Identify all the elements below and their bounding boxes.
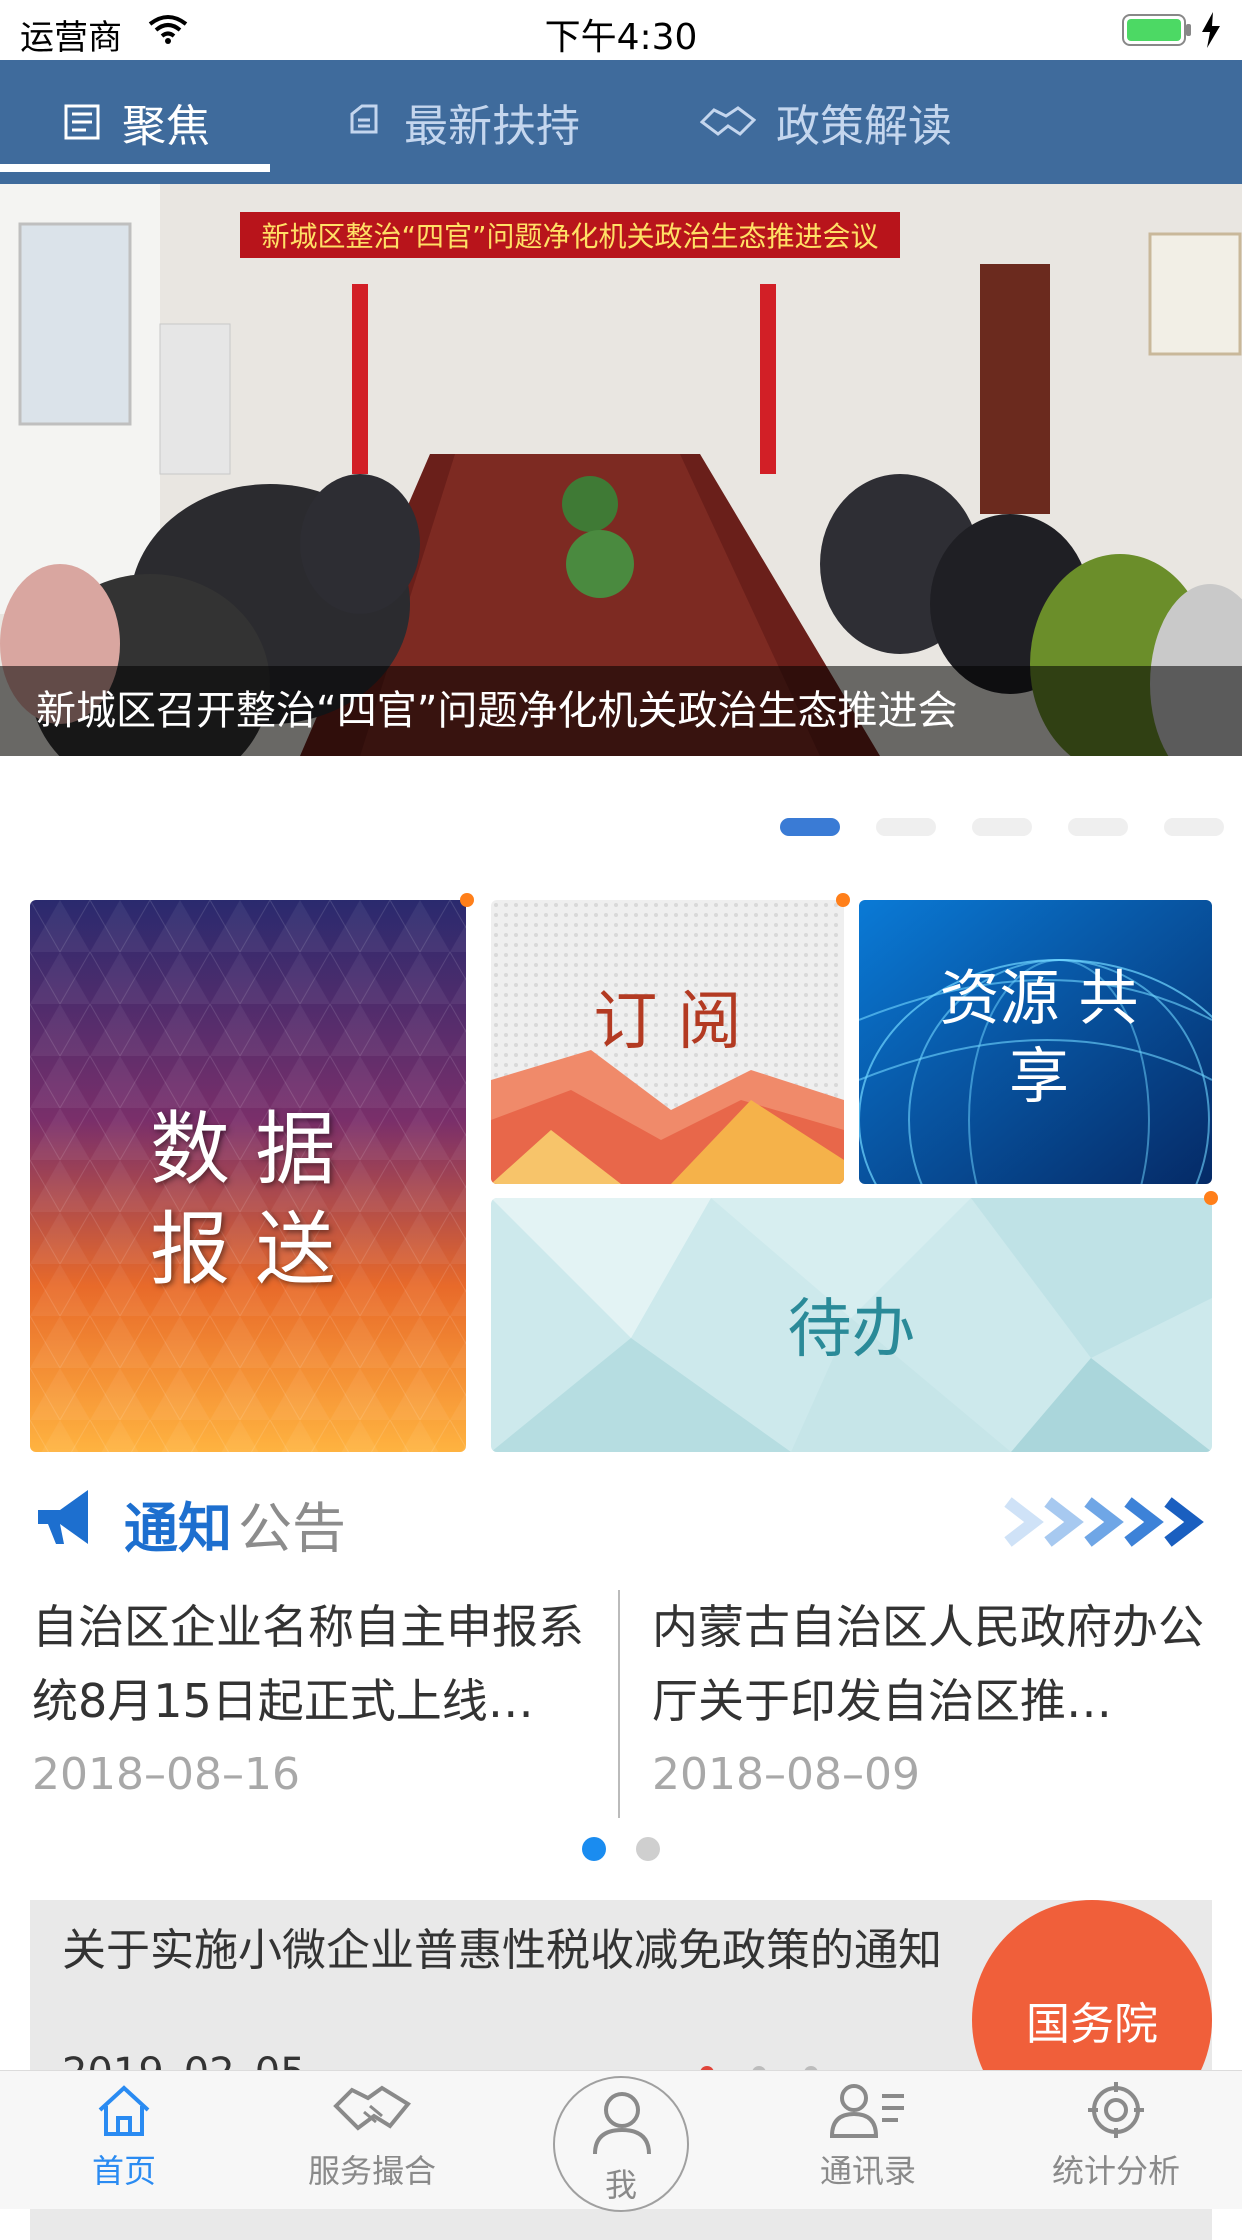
- tab-label: 最新扶持: [404, 101, 580, 152]
- tile-resource-share[interactable]: 资源 共享: [859, 900, 1212, 1184]
- bottom-tab-contacts[interactable]: 通讯录: [768, 2080, 968, 2192]
- notice-heading-bold: 通知: [124, 1497, 232, 1560]
- notice-heading-light: 公告: [238, 1497, 346, 1560]
- contacts-icon: [829, 2084, 904, 2138]
- notice-page-indicator[interactable]: [636, 1837, 660, 1861]
- tile-label: 订 阅: [593, 985, 742, 1059]
- bottom-tab-service-matching[interactable]: 服务撮合: [272, 2080, 472, 2192]
- home-icon: [98, 2085, 150, 2136]
- notice-title: 内蒙古自治区人民政府办公厅关于印发自治区推…: [652, 1600, 1204, 1728]
- tab-label: 统计分析: [1051, 2152, 1180, 2190]
- carousel-indicator[interactable]: [1164, 818, 1224, 836]
- notice-date: 2018–08–09: [652, 1749, 920, 1800]
- carousel-indicator[interactable]: [876, 818, 936, 836]
- notification-dot: [460, 893, 474, 907]
- tile-label: 数 据 报 送: [150, 1103, 336, 1296]
- bottom-tab-me[interactable]: 我: [553, 2076, 689, 2212]
- tile-todo[interactable]: 待办: [491, 1198, 1212, 1452]
- tab-label: 我: [604, 2166, 637, 2204]
- carousel-indicator-active[interactable]: [780, 818, 840, 836]
- notice-date: 2018–08–16: [32, 1749, 300, 1800]
- news-icon: [64, 104, 100, 140]
- notice-title: 自治区企业名称自主申报系统8月15日起正式上线…: [32, 1600, 584, 1728]
- user-icon: [593, 2092, 651, 2155]
- notice-item[interactable]: 内蒙古自治区人民政府办公厅关于印发自治区推… 2018–08–09: [652, 1590, 1212, 1812]
- battery-icon: [1122, 14, 1191, 46]
- tab-label: 通讯录: [819, 2152, 916, 2190]
- notification-dot: [836, 893, 850, 907]
- tab-label: 聚焦: [122, 101, 210, 152]
- bottom-tab-home[interactable]: 首页: [24, 2080, 224, 2192]
- notice-item[interactable]: 自治区企业名称自主申报系统8月15日起正式上线… 2018–08–16: [32, 1590, 592, 1812]
- tile-data-report[interactable]: 数 据 报 送: [30, 900, 466, 1452]
- bottom-tab-statistics[interactable]: 统计分析: [1016, 2080, 1216, 2192]
- support-icon: [350, 104, 378, 134]
- tab-latest-support[interactable]: 最新扶持: [344, 60, 580, 184]
- active-tab-indicator: [0, 164, 270, 172]
- tile-label: 资源 共享: [939, 964, 1139, 1112]
- tab-policy-interpretation[interactable]: 政策解读: [700, 60, 952, 184]
- megaphone-icon: [38, 1490, 88, 1544]
- status-time: 下午4:30: [544, 17, 698, 58]
- tile-label: 待办: [787, 1293, 916, 1367]
- tab-label: 首页: [91, 2152, 156, 2190]
- carousel-indicator[interactable]: [1068, 818, 1128, 836]
- carousel-indicator[interactable]: [972, 818, 1032, 836]
- policy-title: 关于实施小微企业普惠性税收减免政策的通知: [62, 1925, 942, 1976]
- charging-icon: [1202, 12, 1220, 48]
- more-arrows-icon[interactable]: [1004, 1492, 1212, 1552]
- notice-divider: [618, 1590, 620, 1818]
- handshake-icon: [700, 106, 756, 136]
- tile-subscribe[interactable]: 订 阅: [491, 900, 844, 1184]
- banner-photo-text: 新城区整治“四官”问题净化机关政治生态推进会议: [261, 220, 878, 253]
- notice-page-indicator-active[interactable]: [582, 1837, 606, 1861]
- tab-label: 政策解读: [776, 101, 952, 152]
- target-icon: [1088, 2082, 1144, 2138]
- banner-caption[interactable]: 新城区召开整治“四官”问题净化机关政治生态推进会: [0, 666, 1242, 756]
- handshake-icon: [333, 2085, 411, 2131]
- tab-label: 服务撮合: [307, 2152, 436, 2190]
- notification-dot: [1204, 1191, 1218, 1205]
